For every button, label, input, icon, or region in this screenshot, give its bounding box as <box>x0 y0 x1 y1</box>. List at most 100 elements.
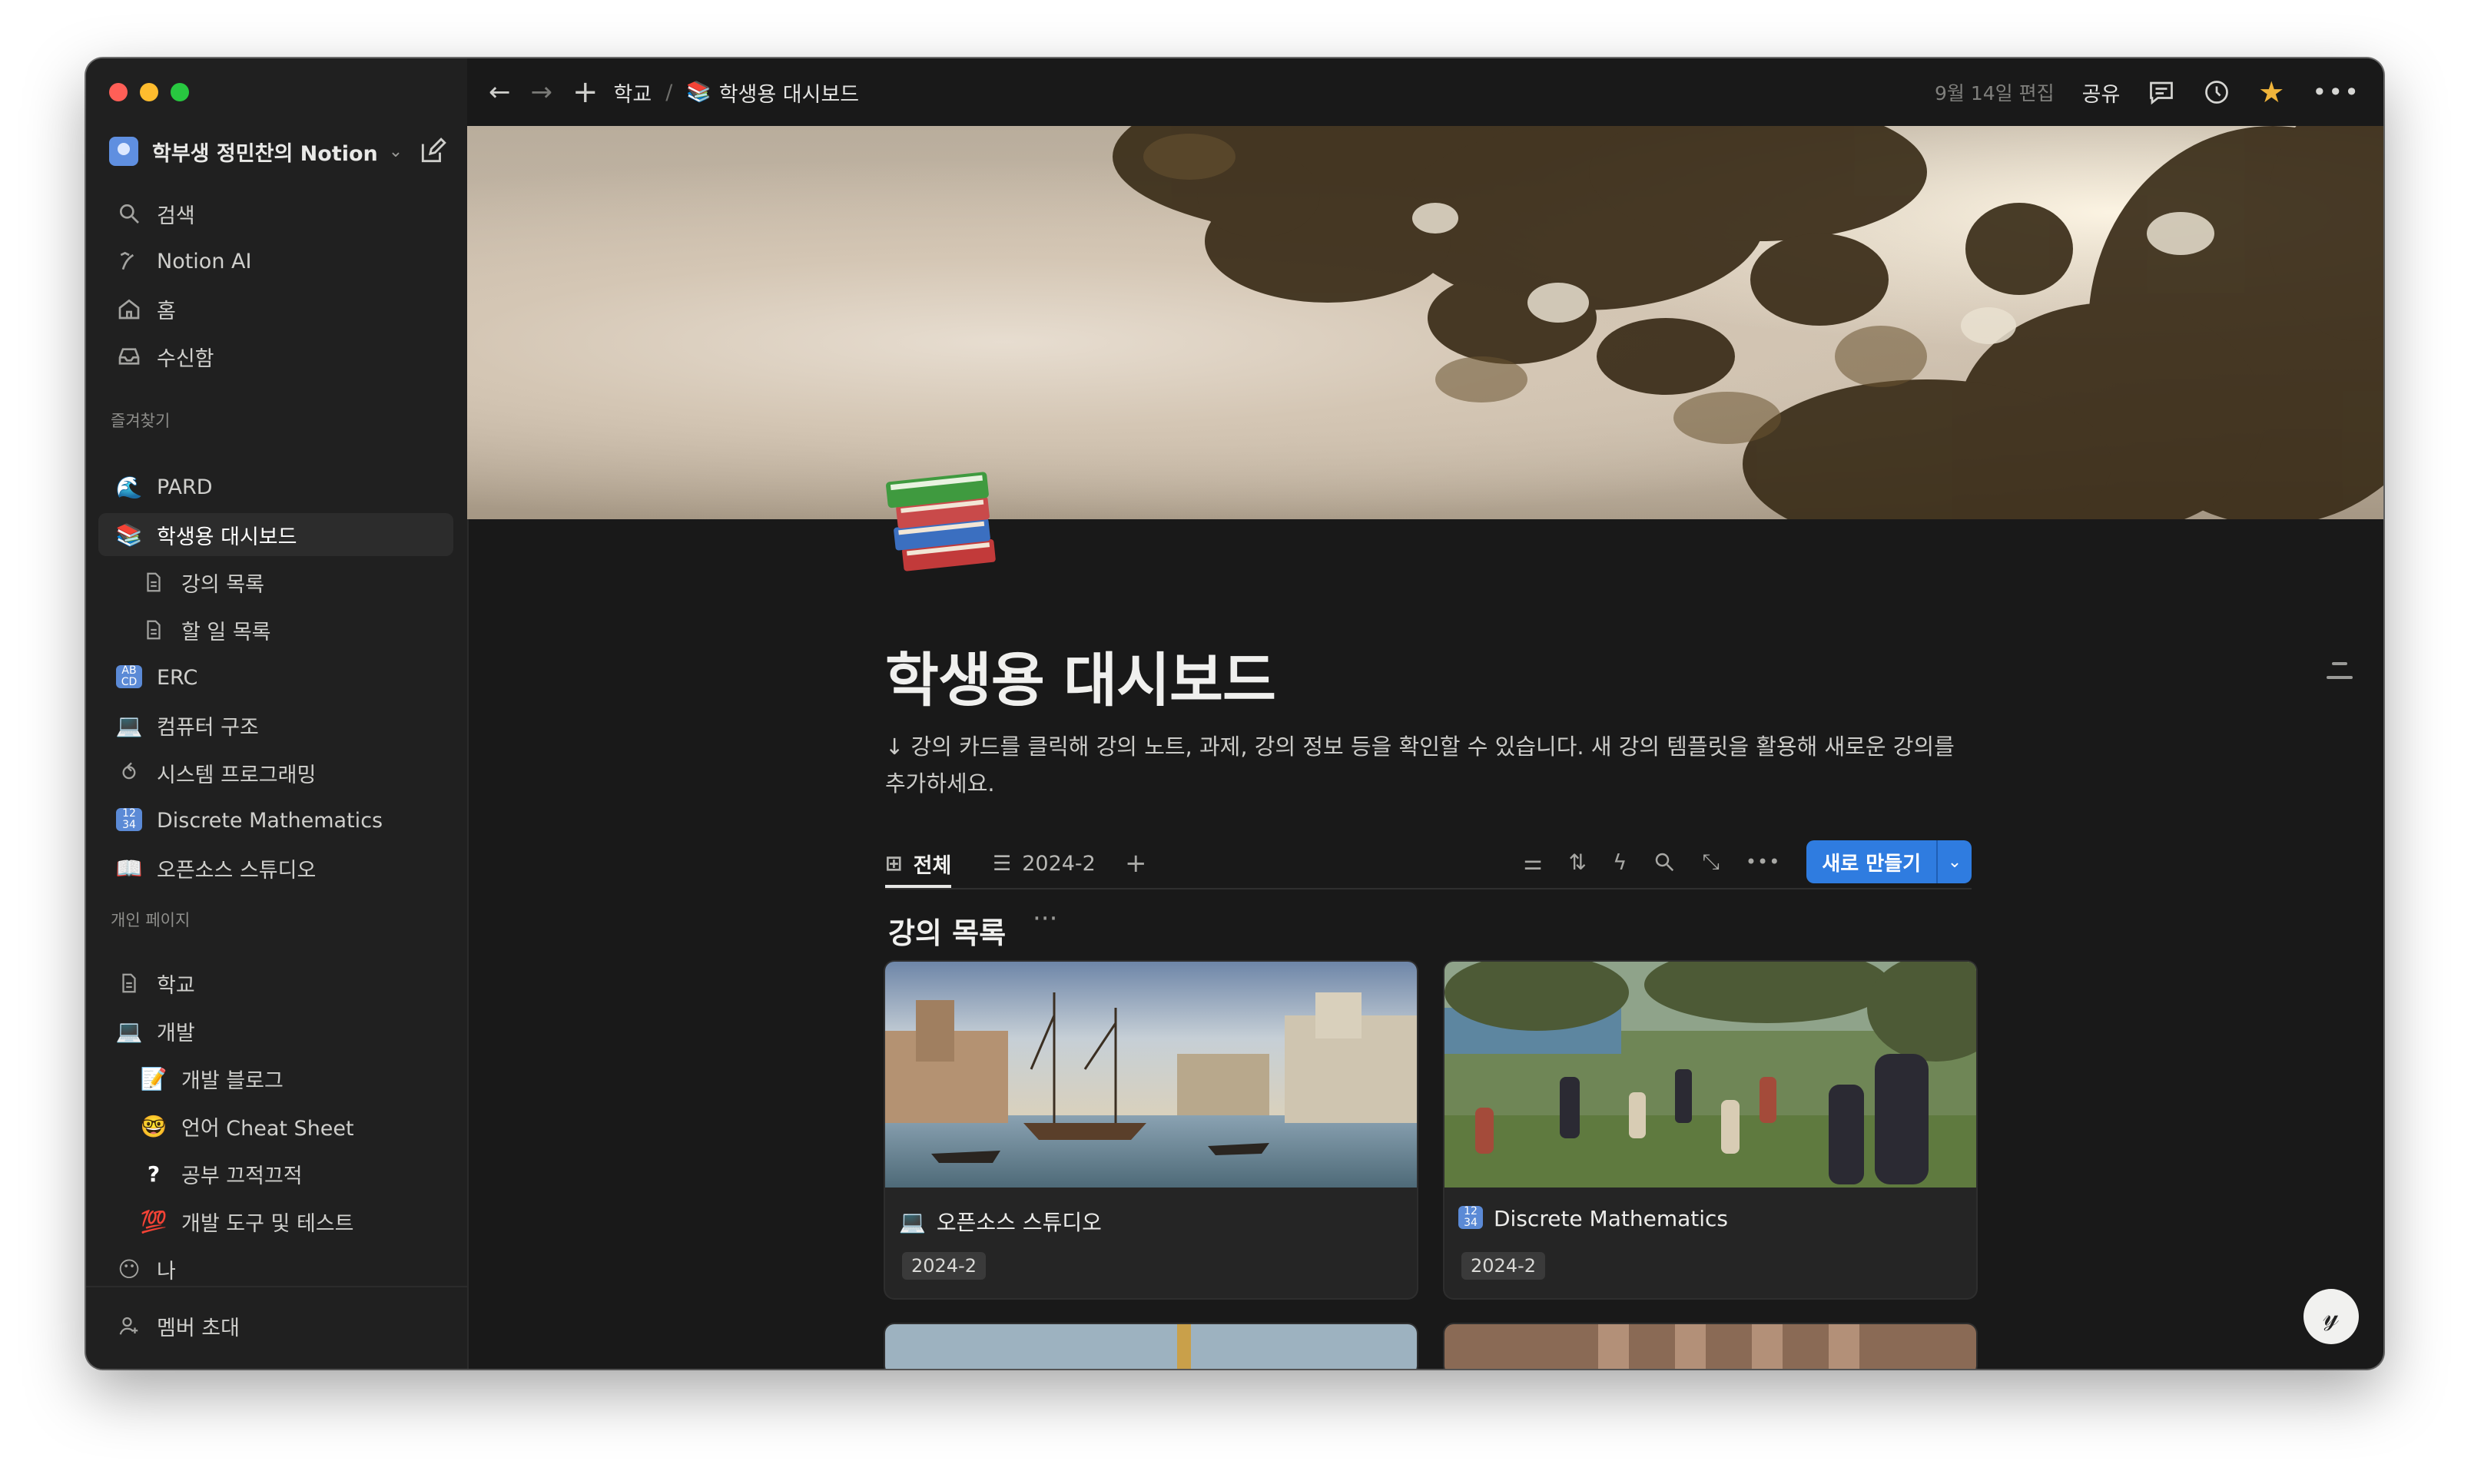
search-icon[interactable] <box>1653 850 1676 873</box>
wave-emoji-icon: 🌊 <box>115 474 143 500</box>
course-card[interactable] <box>1444 1324 1976 1369</box>
breadcrumb-current-page[interactable]: 학생용 대시보드 <box>719 78 859 108</box>
card-title: 12 34 Discrete Mathematics <box>1458 1206 1728 1231</box>
sidebar-item-student-dashboard[interactable]: 📚 학생용 대시보드 <box>98 513 453 556</box>
card-title-text: 오픈소스 스튜디오 <box>936 1210 1102 1235</box>
automation-bolt-icon[interactable]: ϟ <box>1613 850 1627 875</box>
invite-members-button[interactable]: 멤버 초대 <box>98 1304 453 1347</box>
edited-timestamp: 9월 14일 편집 <box>1934 82 2055 104</box>
tab-2024-2[interactable]: ☰ 2024-2 <box>993 842 1096 885</box>
sidebar-item-cheat-sheet[interactable]: 🤓 언어 Cheat Sheet <box>98 1105 453 1148</box>
workspace-name: 학부생 정민찬의 Notion <box>152 141 378 166</box>
new-page-icon[interactable] <box>418 137 447 166</box>
laptop-emoji-icon: 💻 <box>899 1208 926 1234</box>
share-button[interactable]: 공유 <box>2082 78 2121 108</box>
close-window-button[interactable] <box>109 83 128 101</box>
abcd-emoji-icon: AB CD <box>114 664 144 691</box>
card-cover-painting <box>885 1324 1417 1369</box>
comment-icon[interactable] <box>2148 78 2175 106</box>
sidebar-item-me[interactable]: 😶 나 <box>98 1247 453 1290</box>
back-arrow-icon[interactable]: ← <box>489 77 511 108</box>
home-icon <box>118 299 140 320</box>
book-open-icon: 📖 <box>115 855 143 881</box>
sidebar-item-inbox[interactable]: 수신함 <box>98 335 453 378</box>
group-more-options-icon[interactable]: ··· <box>1033 903 1057 934</box>
group-title[interactable]: 강의 목록 <box>888 909 1006 952</box>
gallery-icon: ⊞ <box>885 851 903 876</box>
notion-ai-floating-button[interactable]: 𝓎 <box>2304 1289 2359 1344</box>
table-of-contents-icon[interactable] <box>2327 662 2353 690</box>
page-icon <box>122 973 136 993</box>
page-description[interactable]: ↓ 강의 카드를 클릭해 강의 노트, 과제, 강의 정보 등을 확인할 수 있… <box>885 728 1961 802</box>
loop-icon: ⥀ <box>121 760 137 786</box>
sidebar-item-dev-tools[interactable]: 💯 개발 도구 및 테스트 <box>98 1200 453 1243</box>
sidebar-item-dev[interactable]: 💻 개발 <box>98 1009 453 1052</box>
sidebar-item-notion-ai[interactable]: Notion AI <box>98 240 453 283</box>
sidebar-item-home[interactable]: 홈 <box>98 287 453 330</box>
more-options-icon[interactable]: ••• <box>1746 851 1780 873</box>
sidebar-item-label: 학생용 대시보드 <box>157 525 297 549</box>
workspace-avatar <box>109 137 138 166</box>
app-window: 학부생 정민찬의 Notion ⌄ 검색 Notion AI 홈 수신함 즐겨찾… <box>86 58 2383 1369</box>
sidebar-item-discrete-mathematics[interactable]: 12 34 Discrete Mathematics <box>98 799 453 842</box>
sidebar-item-label: 개발 <box>157 1021 195 1045</box>
sidebar-item-pard[interactable]: 🌊 PARD <box>98 465 453 508</box>
sidebar-item-todo-list[interactable]: 할 일 목록 <box>98 608 453 651</box>
top-bar: ← → + 학교 / 📚 학생용 대시보드 9월 14일 편집 공유 ★ ••• <box>467 58 2383 126</box>
page-title[interactable]: 학생용 대시보드 <box>885 633 1276 717</box>
zoom-window-button[interactable] <box>171 83 189 101</box>
sidebar-item-label: 언어 Cheat Sheet <box>181 1116 354 1141</box>
database-view-bar: ⊞ 전체 ☰ 2024-2 + ⚌ ⇅ ϟ ⤡ ••• 새로 만들기 ⌄ <box>885 834 1972 889</box>
database-toolbar: ⚌ ⇅ ϟ ⤡ ••• 새로 만들기 ⌄ <box>1523 840 1972 883</box>
sidebar-item-erc[interactable]: AB CD ERC <box>98 656 453 699</box>
add-page-icon[interactable]: + <box>572 75 599 110</box>
tab-all[interactable]: ⊞ 전체 <box>885 842 952 888</box>
course-card[interactable] <box>885 1324 1417 1369</box>
memo-emoji-icon: 📝 <box>140 1065 167 1091</box>
sidebar-item-dev-blog[interactable]: 📝 개발 블로그 <box>98 1057 453 1100</box>
card-cover-venice-painting <box>885 962 1417 1188</box>
add-view-icon[interactable]: + <box>1125 842 1147 885</box>
chevron-down-icon: ⌄ <box>388 141 403 161</box>
sidebar-item-search[interactable]: 검색 <box>98 192 453 235</box>
face-emoji-icon: 😶 <box>118 1256 141 1282</box>
course-card[interactable]: 💻 오픈소스 스튜디오 2024-2 <box>885 962 1417 1298</box>
semester-tag: 2024-2 <box>902 1252 987 1280</box>
expand-icon[interactable]: ⤡ <box>1702 849 1719 875</box>
new-button[interactable]: 새로 만들기 <box>1806 840 1936 883</box>
new-dropdown-chevron-icon[interactable]: ⌄ <box>1936 840 1972 883</box>
numbers-emoji-icon: 12 34 <box>1458 1206 1483 1231</box>
breadcrumb-separator: / <box>665 80 673 104</box>
forward-arrow-icon[interactable]: → <box>531 77 553 108</box>
sidebar-item-school[interactable]: 학교 <box>98 962 453 1005</box>
filter-icon[interactable]: ⚌ <box>1523 850 1542 875</box>
semester-tag: 2024-2 <box>1461 1252 1546 1280</box>
breadcrumb-school[interactable]: 학교 <box>614 78 652 108</box>
laptop-emoji-icon: 💻 <box>115 1018 143 1044</box>
favorite-star-icon[interactable]: ★ <box>2258 75 2284 109</box>
page-icon <box>147 620 161 640</box>
sidebar-item-study-notes[interactable]: ? 공부 끄적끄적 <box>98 1152 453 1195</box>
favorites-section-label: 즐겨찾기 <box>111 412 171 430</box>
sidebar-item-label: 강의 목록 <box>181 572 264 597</box>
sidebar-item-open-source-studio[interactable]: 📖 오픈소스 스튜디오 <box>98 846 453 889</box>
sort-icon[interactable]: ⇅ <box>1569 850 1587 875</box>
sidebar-item-label: 할 일 목록 <box>181 620 271 644</box>
sidebar-item-system-programming[interactable]: ⥀ 시스템 프로그래밍 <box>98 751 453 794</box>
card-cover-painting <box>1444 1324 1976 1369</box>
sidebar-item-computer-architecture[interactable]: 💻 컴퓨터 구조 <box>98 704 453 747</box>
laptop-emoji-icon: 💻 <box>115 712 143 738</box>
sidebar-item-label: ERC <box>157 665 198 690</box>
sidebar-item-label: 공부 끄적끄적 <box>181 1164 303 1188</box>
course-card[interactable]: 12 34 Discrete Mathematics 2024-2 <box>1444 962 1976 1298</box>
search-icon <box>120 204 139 224</box>
workspace-switcher[interactable]: 학부생 정민찬의 Notion ⌄ <box>109 131 447 172</box>
more-options-icon[interactable]: ••• <box>2312 78 2360 107</box>
tab-label: 전체 <box>913 853 952 878</box>
sidebar-item-label: 개발 도구 및 테스트 <box>181 1211 354 1236</box>
sidebar-item-label: Discrete Mathematics <box>157 808 383 833</box>
sidebar-item-course-list[interactable]: 강의 목록 <box>98 561 453 604</box>
history-clock-icon[interactable] <box>2203 78 2231 106</box>
invite-members-label: 멤버 초대 <box>157 1316 240 1340</box>
minimize-window-button[interactable] <box>140 83 158 101</box>
